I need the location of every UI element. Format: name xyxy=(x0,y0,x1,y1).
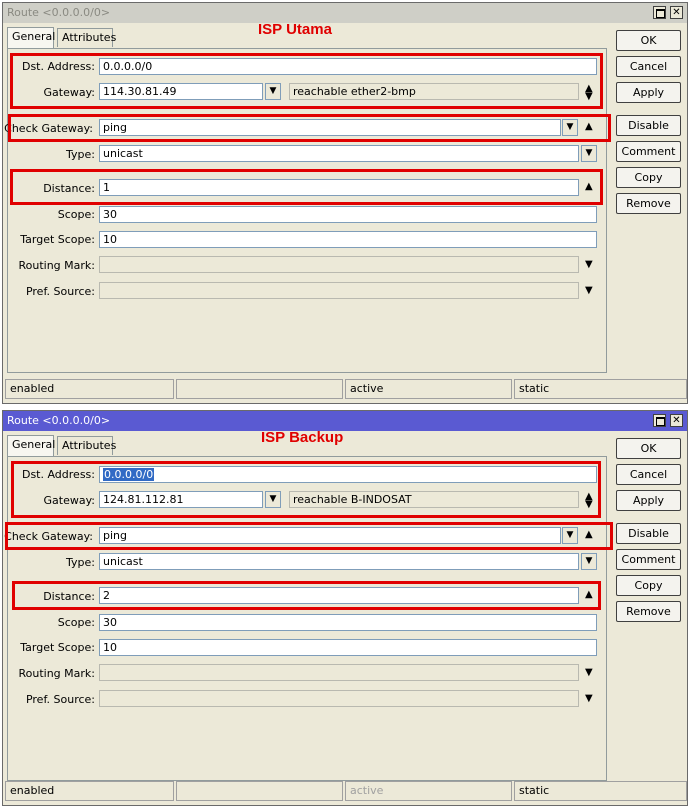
type-label: Type: xyxy=(66,556,95,569)
comment-button[interactable]: Comment xyxy=(616,141,681,162)
disable-button[interactable]: Disable xyxy=(616,115,681,136)
window-title: Route <0.0.0.0/0> xyxy=(7,6,111,19)
status-active: active xyxy=(345,379,512,399)
close-icon[interactable]: ✕ xyxy=(670,6,683,19)
route-window-isp-utama: Route <0.0.0.0/0> ✕ General Attributes D… xyxy=(2,2,688,404)
status-enabled: enabled xyxy=(5,379,174,399)
maximize-icon[interactable] xyxy=(653,6,666,19)
type-dropdown-icon[interactable]: ▼ xyxy=(581,553,597,570)
highlight-box-address-gateway xyxy=(10,53,603,109)
apply-button[interactable]: Apply xyxy=(616,82,681,103)
tab-general[interactable]: General xyxy=(7,27,55,48)
cancel-button[interactable]: Cancel xyxy=(616,464,681,485)
routing-mark-label: Routing Mark: xyxy=(18,259,95,272)
status-bar: enabled active static xyxy=(5,781,687,803)
type-select[interactable]: unicast xyxy=(99,145,579,162)
route-window-isp-backup: Route <0.0.0.0/0> ✕ General Attributes D… xyxy=(2,410,688,806)
status-enabled: enabled xyxy=(5,781,174,801)
remove-button[interactable]: Remove xyxy=(616,601,681,622)
type-select[interactable]: unicast xyxy=(99,553,579,570)
comment-button[interactable]: Comment xyxy=(616,549,681,570)
annotation-isp-backup: ISP Backup xyxy=(261,429,344,446)
scope-input[interactable]: 30 xyxy=(99,614,597,631)
scope-label: Scope: xyxy=(57,616,95,629)
tab-attributes[interactable]: Attributes xyxy=(57,28,116,47)
maximize-icon[interactable] xyxy=(653,414,666,427)
window-titlebar[interactable]: Route <0.0.0.0/0> ✕ xyxy=(3,3,687,23)
window-titlebar[interactable]: Route <0.0.0.0/0> ✕ xyxy=(3,411,687,431)
type-label: Type: xyxy=(66,148,95,161)
pref-source-dropdown-icon[interactable]: ▼ xyxy=(585,285,593,297)
target-scope-input[interactable]: 10 xyxy=(99,639,597,656)
copy-button[interactable]: Copy xyxy=(616,575,681,596)
remove-button[interactable]: Remove xyxy=(616,193,681,214)
status-active: active xyxy=(345,781,512,801)
highlight-box-address-gateway xyxy=(11,461,601,518)
status-static: static xyxy=(514,379,687,399)
status-empty xyxy=(176,781,343,801)
tab-attributes[interactable]: Attributes xyxy=(57,436,116,455)
highlight-box-distance xyxy=(12,581,601,610)
target-scope-label: Target Scope: xyxy=(20,233,95,246)
highlight-box-distance xyxy=(10,169,603,205)
pref-source-select[interactable] xyxy=(99,282,579,299)
ok-button[interactable]: OK xyxy=(616,30,681,51)
target-scope-label: Target Scope: xyxy=(20,641,95,654)
scope-input[interactable]: 30 xyxy=(99,206,597,223)
disable-button[interactable]: Disable xyxy=(616,523,681,544)
target-scope-input[interactable]: 10 xyxy=(99,231,597,248)
cancel-button[interactable]: Cancel xyxy=(616,56,681,77)
routing-mark-dropdown-icon[interactable]: ▼ xyxy=(585,667,593,679)
pref-source-dropdown-icon[interactable]: ▼ xyxy=(585,693,593,705)
routing-mark-select[interactable] xyxy=(99,664,579,681)
status-empty xyxy=(176,379,343,399)
ok-button[interactable]: OK xyxy=(616,438,681,459)
apply-button[interactable]: Apply xyxy=(616,490,681,511)
type-dropdown-icon[interactable]: ▼ xyxy=(581,145,597,162)
highlight-box-check-gateway xyxy=(5,522,613,550)
routing-mark-label: Routing Mark: xyxy=(18,667,95,680)
pref-source-label: Pref. Source: xyxy=(25,285,95,298)
routing-mark-dropdown-icon[interactable]: ▼ xyxy=(585,259,593,271)
highlight-box-check-gateway xyxy=(8,114,611,142)
tab-general[interactable]: General xyxy=(7,435,55,456)
window-title: Route <0.0.0.0/0> xyxy=(7,414,111,427)
close-icon[interactable]: ✕ xyxy=(670,414,683,427)
copy-button[interactable]: Copy xyxy=(616,167,681,188)
status-bar: enabled active static xyxy=(5,379,687,401)
scope-label: Scope: xyxy=(57,208,95,221)
routing-mark-select[interactable] xyxy=(99,256,579,273)
pref-source-select[interactable] xyxy=(99,690,579,707)
pref-source-label: Pref. Source: xyxy=(25,693,95,706)
annotation-isp-utama: ISP Utama xyxy=(258,21,332,38)
status-static: static xyxy=(514,781,687,801)
